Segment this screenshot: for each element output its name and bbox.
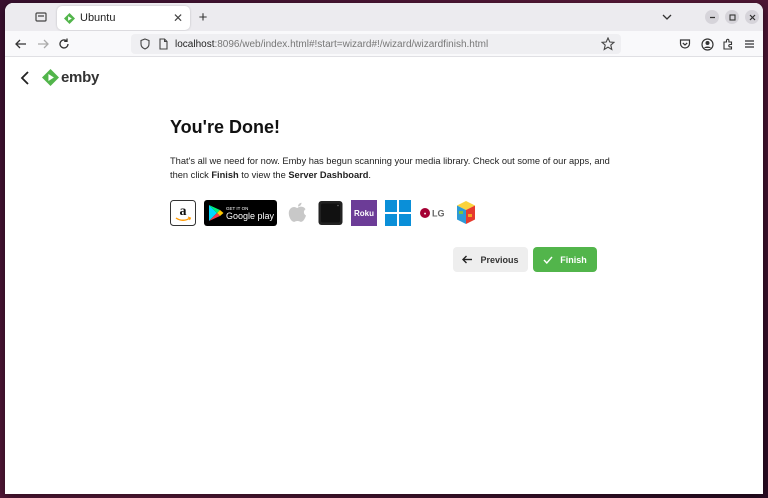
url-text[interactable]: localhost:8096/web/index.html#!start=wiz…: [175, 39, 488, 50]
bookmark-star-icon[interactable]: [601, 37, 615, 51]
arrow-left-icon: [462, 255, 473, 264]
page-content: emby You're Done! That's all we need for…: [5, 57, 763, 494]
svg-text:Google play: Google play: [226, 211, 275, 221]
reload-icon[interactable]: [56, 36, 72, 52]
page-info-icon[interactable]: [157, 38, 169, 50]
svg-text:a: a: [180, 204, 187, 219]
url-bar[interactable]: localhost:8096/web/index.html#!start=wiz…: [131, 34, 621, 54]
google-play-badge[interactable]: GET IT ON Google play: [204, 200, 277, 226]
navigation-bar: localhost:8096/web/index.html#!start=wiz…: [5, 31, 763, 57]
menu-icon[interactable]: [741, 36, 757, 52]
tab-ubuntu[interactable]: Ubuntu ✕: [57, 6, 190, 30]
checkmark-icon: [543, 256, 553, 264]
shield-icon[interactable]: [139, 38, 151, 50]
chevron-down-icon[interactable]: [659, 9, 675, 25]
apple-icon[interactable]: [285, 200, 310, 226]
emby-favicon-icon: [64, 12, 75, 24]
finish-button-label: Finish: [560, 254, 587, 265]
forward-icon[interactable]: [35, 36, 51, 52]
emby-logo-icon: [42, 69, 59, 86]
emby-logo[interactable]: emby: [42, 69, 99, 86]
browser-window: Ubuntu ✕ + localhost:8096/web/index.html…: [5, 3, 763, 494]
back-arrow-icon[interactable]: [19, 70, 33, 86]
previous-button-label: Previous: [480, 254, 519, 265]
finish-button[interactable]: Finish: [533, 247, 597, 272]
smart-tv-cube-icon[interactable]: [455, 200, 477, 226]
tab-list-icon[interactable]: [33, 9, 49, 25]
previous-button[interactable]: Previous: [453, 247, 528, 272]
new-tab-button[interactable]: +: [194, 8, 212, 26]
maximize-button[interactable]: [725, 10, 739, 24]
svg-text:Roku: Roku: [354, 209, 374, 218]
minimize-button[interactable]: [705, 10, 719, 24]
roku-icon[interactable]: Roku: [351, 200, 377, 226]
windows-icon[interactable]: [385, 200, 411, 226]
amazon-app-icon[interactable]: a: [170, 200, 196, 226]
extensions-icon[interactable]: [720, 36, 736, 52]
close-tab-icon[interactable]: ✕: [170, 10, 186, 26]
svg-text:•: •: [424, 212, 426, 218]
close-window-button[interactable]: [745, 10, 759, 24]
back-icon[interactable]: [13, 36, 29, 52]
logo-text: emby: [61, 69, 99, 86]
svg-text:LG: LG: [432, 209, 445, 219]
tab-title: Ubuntu: [80, 12, 116, 24]
apple-tv-icon[interactable]: [318, 200, 343, 226]
account-icon[interactable]: [699, 36, 715, 52]
lg-icon[interactable]: • LG: [419, 200, 447, 226]
tab-strip: Ubuntu ✕ +: [5, 3, 763, 31]
page-title: You're Done!: [170, 117, 280, 137]
pocket-icon[interactable]: [677, 36, 693, 52]
description-text: That's all we need for now. Emby has beg…: [170, 156, 610, 180]
